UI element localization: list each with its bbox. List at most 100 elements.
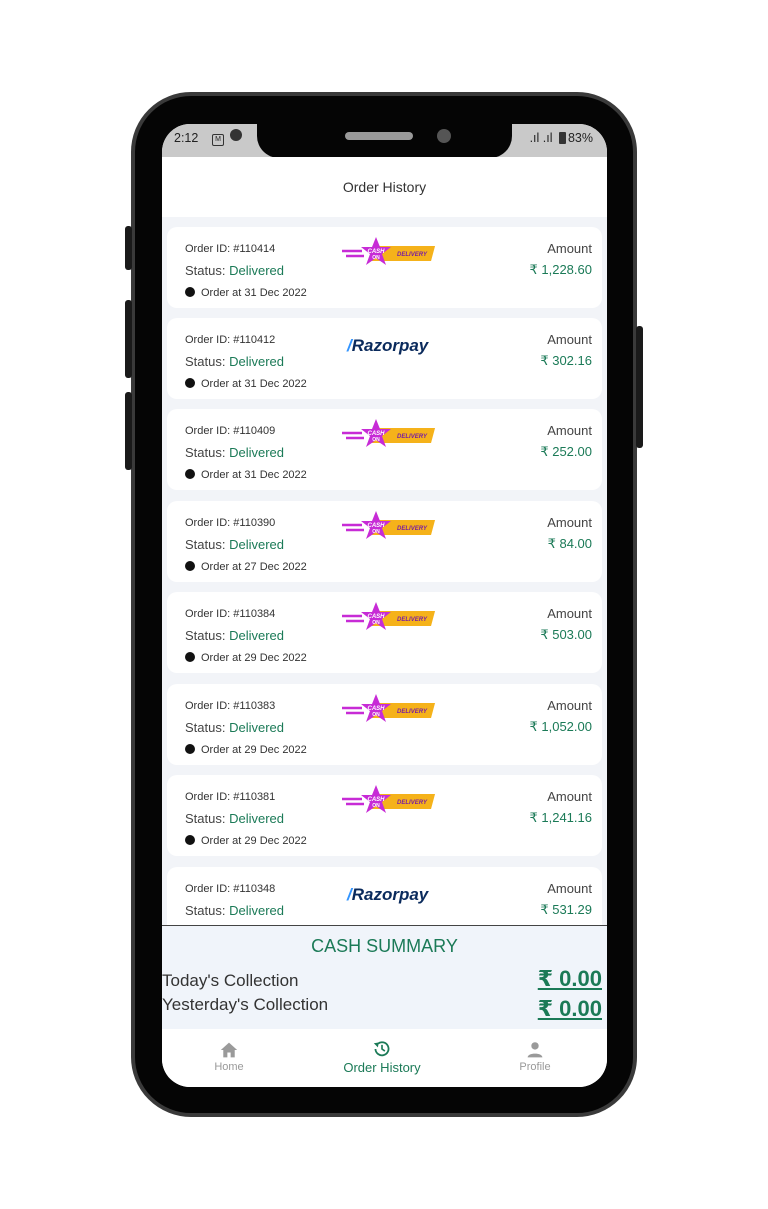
volume-up-button: [125, 226, 132, 270]
order-id: Order ID: #110409: [185, 425, 276, 437]
today-collection-value[interactable]: ₹ 0.00: [538, 966, 602, 992]
order-date-text: Order at 29 Dec 2022: [201, 744, 307, 756]
today-collection-label: Today's Collection: [162, 971, 299, 990]
nav-profile[interactable]: Profile: [485, 1041, 585, 1073]
bullet-icon: [185, 469, 195, 479]
order-card[interactable]: Order ID: #110383 Status: Delivered Orde…: [167, 684, 602, 765]
amount-value: ₹ 531.29: [540, 902, 592, 917]
order-date: Order at 31 Dec 2022: [185, 287, 307, 299]
order-date-text: Order at 31 Dec 2022: [201, 469, 307, 481]
page-title: Order History: [342, 179, 427, 195]
bullet-icon: [185, 744, 195, 754]
amount-label: Amount: [547, 515, 592, 530]
bullet-icon: [185, 561, 195, 571]
nav-home-label: Home: [214, 1061, 244, 1073]
order-list[interactable]: Order ID: #110414 Status: Delivered Orde…: [162, 217, 607, 925]
amount-value: ₹ 1,241.16: [529, 810, 593, 825]
history-icon: [373, 1041, 390, 1057]
cash-on-delivery-logo: CASH ON DELIVERY: [342, 419, 436, 447]
cash-on-delivery-logo: CASH ON DELIVERY: [342, 511, 436, 539]
status-value: Delivered: [229, 263, 284, 278]
order-date: Order at 29 Dec 2022: [185, 652, 307, 664]
order-card[interactable]: Order ID: #110381 Status: Delivered Orde…: [167, 775, 602, 856]
amount-label: Amount: [547, 423, 592, 438]
status-label: Status:: [185, 537, 230, 552]
order-id: Order ID: #110384: [185, 608, 276, 620]
order-status: Status: Delivered: [185, 628, 284, 643]
status-value: Delivered: [229, 720, 284, 735]
cash-on-delivery-logo: CASH ON DELIVERY: [342, 785, 436, 813]
amount-label: Amount: [547, 698, 592, 713]
notification-icons: M: [212, 129, 242, 146]
svg-text:ON: ON: [372, 803, 380, 809]
status-label: Status:: [185, 628, 230, 643]
order-status: Status: Delivered: [185, 445, 284, 460]
order-id: Order ID: #110381: [185, 791, 276, 803]
status-value: Delivered: [229, 354, 284, 369]
app-screen: 2:12 M .ıl .ıl 83% Order History Order I…: [162, 124, 607, 1087]
razorpay-logo-text: Razorpay: [351, 885, 429, 904]
status-label: Status:: [185, 354, 230, 369]
svg-text:ON: ON: [372, 620, 380, 626]
order-id: Order ID: #110414: [185, 243, 276, 255]
cash-summary: CASH SUMMARY Today's Collection ₹ 0.00 Y…: [162, 925, 607, 1029]
order-card[interactable]: Order ID: #110390 Status: Delivered Orde…: [167, 501, 602, 582]
status-right: .ıl .ıl 83%: [530, 131, 593, 145]
amount-label: Amount: [547, 241, 592, 256]
bottom-nav: Home Order History Profile: [162, 1029, 607, 1087]
amount-value: ₹ 503.00: [540, 627, 592, 642]
order-status: Status: Delivered: [185, 537, 284, 552]
order-card[interactable]: Order ID: #110414 Status: Delivered Orde…: [167, 227, 602, 308]
svg-text:ON: ON: [372, 529, 380, 535]
nav-home[interactable]: Home: [179, 1041, 279, 1073]
order-date-text: Order at 29 Dec 2022: [201, 652, 307, 664]
order-id: Order ID: #110383: [185, 700, 276, 712]
razorpay-logo: /Razorpay: [347, 885, 428, 905]
amount-value: ₹ 84.00: [547, 536, 592, 551]
order-id: Order ID: #110348: [185, 883, 276, 895]
order-status: Status: Delivered: [185, 354, 284, 369]
app-notification-icon: M: [212, 134, 224, 146]
nav-order-history[interactable]: Order History: [332, 1040, 432, 1075]
status-value: Delivered: [229, 811, 284, 826]
status-value: Delivered: [229, 445, 284, 460]
order-card[interactable]: Order ID: #110412 Status: Delivered Orde…: [167, 318, 602, 399]
notch: [257, 124, 512, 158]
amount-value: ₹ 252.00: [540, 444, 592, 459]
signal-icon: .ıl .ıl: [529, 131, 553, 145]
amount-label: Amount: [547, 332, 592, 347]
amount-label: Amount: [547, 606, 592, 621]
razorpay-logo: /Razorpay: [347, 336, 428, 356]
home-icon: [220, 1042, 238, 1058]
status-label: Status:: [185, 445, 230, 460]
yesterday-collection-value[interactable]: ₹ 0.00: [538, 996, 602, 1022]
volume-down-button: [125, 300, 132, 378]
whatsapp-icon: [230, 129, 242, 141]
order-date: Order at 29 Dec 2022: [185, 835, 307, 847]
bullet-icon: [185, 287, 195, 297]
nav-order-history-label: Order History: [343, 1060, 421, 1075]
battery-percent: 83%: [567, 131, 593, 145]
order-card[interactable]: Order ID: #110409 Status: Delivered Orde…: [167, 409, 602, 490]
power-button: [636, 326, 643, 448]
summary-title: CASH SUMMARY: [311, 936, 458, 956]
status-label: Status:: [185, 263, 230, 278]
cash-on-delivery-logo: CASH ON DELIVERY: [342, 237, 436, 265]
amount-value: ₹ 302.16: [540, 353, 592, 368]
order-date: Order at 29 Dec 2022: [185, 744, 307, 756]
front-camera: [437, 129, 451, 143]
order-date: Order at 31 Dec 2022: [185, 469, 307, 481]
bullet-icon: [185, 652, 195, 662]
app-bar: Order History: [162, 157, 607, 217]
status-value: Delivered: [229, 903, 284, 918]
battery-icon: [558, 132, 566, 144]
status-label: Status:: [185, 903, 230, 918]
order-card[interactable]: Order ID: #110384 Status: Delivered Orde…: [167, 592, 602, 673]
nav-profile-label: Profile: [519, 1061, 551, 1073]
svg-text:ON: ON: [372, 255, 380, 261]
status-label: Status:: [185, 811, 230, 826]
razorpay-logo-text: Razorpay: [351, 336, 429, 355]
status-label: Status:: [185, 720, 230, 735]
person-icon: [527, 1042, 543, 1058]
order-card[interactable]: Order ID: #110348 Status: Delivered /Raz…: [167, 867, 602, 925]
